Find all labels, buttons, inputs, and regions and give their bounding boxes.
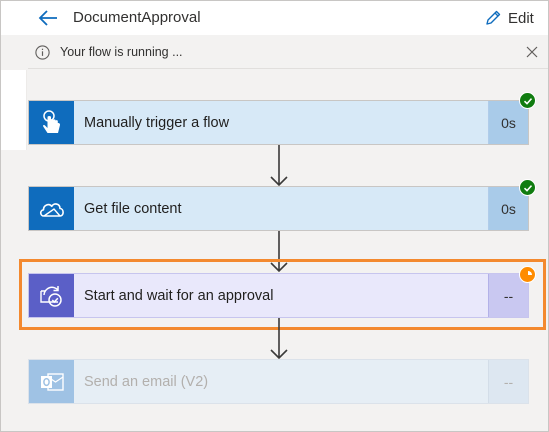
- outlook-icon: [29, 360, 74, 403]
- arrow-down-icon: [270, 318, 288, 360]
- step-label: Get file content: [84, 201, 182, 217]
- running-clock-icon: [519, 266, 536, 283]
- banner-message: Your flow is running ...: [60, 45, 183, 59]
- page-title: DocumentApproval: [73, 9, 201, 26]
- step-label: Start and wait for an approval: [84, 288, 274, 304]
- touch-hand-icon: [29, 101, 74, 144]
- step-card-manual-trigger[interactable]: Manually trigger a flow 0s: [28, 100, 529, 145]
- step-card-send-email[interactable]: Send an email (V2) --: [28, 359, 529, 404]
- close-icon[interactable]: [524, 44, 540, 60]
- step-duration: --: [488, 360, 528, 403]
- success-check-icon: [519, 179, 536, 196]
- approvals-icon: [29, 274, 74, 317]
- step-label: Manually trigger a flow: [84, 115, 230, 131]
- edit-label: Edit: [508, 9, 534, 27]
- step-label: Send an email (V2): [84, 374, 209, 390]
- success-check-icon: [519, 92, 536, 109]
- flow-canvas: Manually trigger a flow 0s Get file cont…: [1, 70, 548, 431]
- step-card-start-approval[interactable]: Start and wait for an approval --: [28, 273, 529, 318]
- arrow-down-icon: [270, 145, 288, 187]
- status-banner: Your flow is running ...: [28, 35, 548, 69]
- pencil-icon: [486, 10, 501, 25]
- edit-button[interactable]: Edit: [484, 7, 534, 29]
- flow-header: DocumentApproval Edit: [1, 1, 548, 35]
- step-card-get-file-content[interactable]: Get file content 0s: [28, 186, 529, 231]
- info-icon: [35, 45, 50, 60]
- back-arrow-icon[interactable]: [37, 8, 59, 28]
- onedrive-cloud-icon: [29, 187, 74, 230]
- side-panel-edge: [1, 70, 27, 150]
